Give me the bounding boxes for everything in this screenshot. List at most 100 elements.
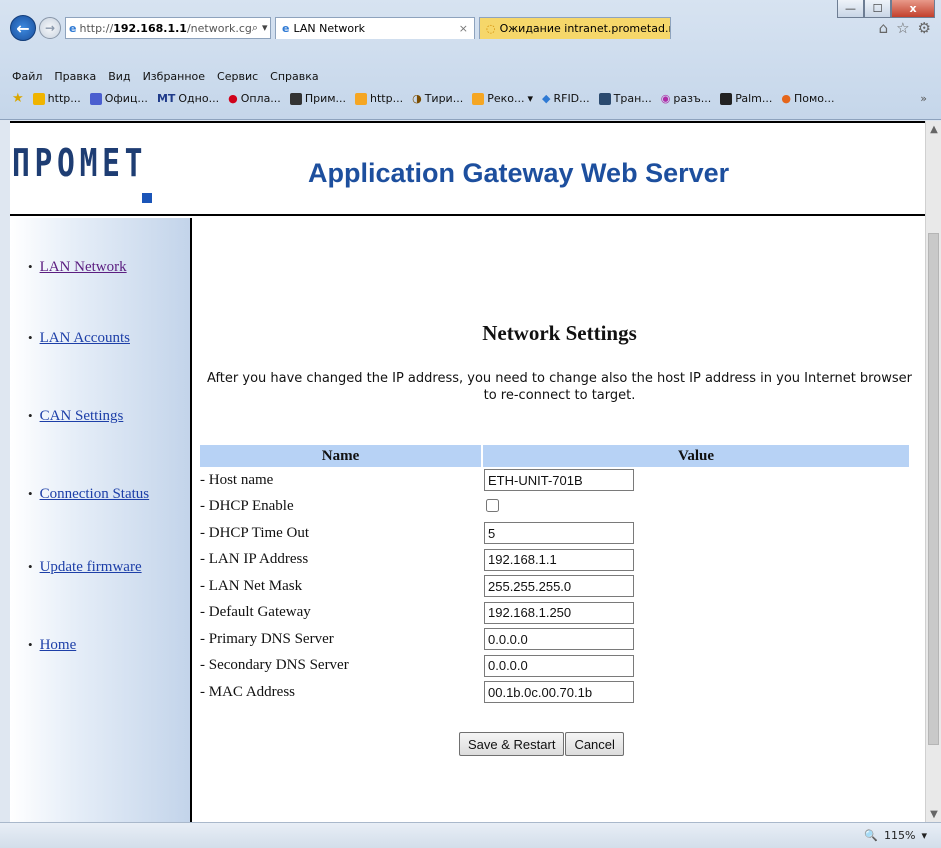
navigation-row: ← → e http://192.168.1.1/network.cg ⌕ ▾ …	[10, 14, 931, 42]
favorites-bar: ★ http... Офиц... MT Одно... ● Опла... При…	[12, 91, 927, 106]
column-header-name: Name	[200, 445, 483, 467]
favorites-star-icon[interactable]: ☆	[896, 19, 909, 37]
row-label: - LAN IP Address	[200, 551, 309, 568]
sidebar: • LAN Network • LAN Accounts • CAN Settings…	[10, 218, 192, 822]
row-label: - Host name	[200, 471, 274, 488]
site-icon	[472, 92, 485, 105]
tab-loading[interactable]: ◌ Ожидание intranet.prometad.ru	[479, 17, 671, 39]
favorite-item[interactable]: ● Опла...	[228, 92, 281, 105]
site-icon: ◑	[412, 92, 422, 105]
mac-address-input[interactable]	[484, 681, 634, 704]
app-title: Application Gateway Web Server	[308, 158, 730, 188]
table-header-row: Name Value	[200, 445, 909, 467]
back-button[interactable]: ←	[10, 15, 36, 41]
home-icon[interactable]: ⌂	[879, 19, 889, 37]
sidebar-item-connection-status[interactable]: • Connection Status	[28, 486, 149, 503]
lan-ip-address-input[interactable]	[484, 548, 634, 571]
favorite-item[interactable]: http...	[355, 92, 403, 105]
sidebar-item-lan-network[interactable]: • LAN Network	[28, 259, 127, 276]
scroll-up-icon[interactable]: ▲	[926, 121, 941, 137]
menu-tools[interactable]: Сервис	[217, 70, 258, 83]
row-label: - Secondary DNS Server	[200, 657, 349, 674]
row-label: - DHCP Time Out	[200, 524, 310, 541]
menu-edit[interactable]: Правка	[54, 70, 96, 83]
favorite-item[interactable]: Прим...	[289, 92, 346, 105]
favorite-item[interactable]: ◑ Тири...	[412, 92, 463, 105]
table-row: - LAN Net Mask	[200, 573, 909, 600]
zoom-control[interactable]: 🔍 115% ▾	[864, 829, 927, 842]
host-name-input[interactable]	[484, 469, 634, 492]
favorite-item[interactable]: Palm...	[720, 92, 772, 105]
primary-dns-input[interactable]	[484, 628, 634, 651]
more-favorites-icon[interactable]: »	[920, 92, 927, 105]
favorite-item[interactable]: Реко... ▾	[472, 92, 533, 105]
dropdown-icon[interactable]: ▾	[262, 21, 268, 35]
save-restart-button[interactable]: Save & Restart	[459, 732, 565, 756]
favorite-item[interactable]: ● Помо...	[781, 92, 834, 105]
menu-favorites[interactable]: Избранное	[143, 70, 205, 83]
menu-bar: Файл Правка Вид Избранное Сервис Справка	[12, 70, 319, 83]
vertical-scrollbar[interactable]: ▲ ▼	[925, 121, 941, 822]
menu-file[interactable]: Файл	[12, 70, 42, 83]
menu-view[interactable]: Вид	[108, 70, 130, 83]
secondary-dns-input[interactable]	[484, 654, 634, 677]
site-icon	[289, 92, 302, 105]
chevron-down-icon: ▾	[921, 829, 927, 842]
sidebar-item-lan-accounts[interactable]: • LAN Accounts	[28, 330, 130, 347]
row-label: - DHCP Enable	[200, 498, 294, 515]
mt-logo-icon: MT	[156, 92, 176, 105]
bullet-icon: •	[28, 486, 33, 501]
lan-net-mask-input[interactable]	[484, 575, 634, 598]
forward-button[interactable]: →	[39, 17, 61, 39]
cancel-button[interactable]: Cancel	[565, 732, 624, 756]
site-icon: ◉	[660, 92, 671, 105]
table-row: - LAN IP Address	[200, 547, 909, 574]
table-row: - Secondary DNS Server	[200, 653, 909, 680]
promet-logo: ПРОМЕТ	[12, 141, 148, 185]
scroll-down-icon[interactable]: ▼	[926, 806, 941, 822]
bullet-icon: •	[28, 559, 33, 574]
settings-table: Name Value - Host name - DHCP Enable - D…	[200, 445, 909, 706]
sidebar-item-update-firmware[interactable]: • Update firmware	[28, 559, 142, 576]
default-gateway-input[interactable]	[484, 601, 634, 624]
tab-lan-network[interactable]: e LAN Network ×	[275, 17, 475, 39]
logo-square-icon	[142, 193, 152, 203]
browser-chrome: — ☐ x ← → e http://192.168.1.1/network.c…	[0, 0, 941, 120]
close-tab-icon[interactable]: ×	[459, 22, 468, 35]
dhcp-timeout-input[interactable]	[484, 522, 634, 545]
favorite-item[interactable]: ◉ разъ...	[661, 92, 711, 105]
menu-help[interactable]: Справка	[270, 70, 318, 83]
main-content: Network Settings After you have changed …	[194, 218, 925, 822]
table-row: - DHCP Time Out	[200, 520, 909, 547]
favorite-item[interactable]: Офиц...	[89, 92, 148, 105]
row-label: - LAN Net Mask	[200, 577, 303, 594]
sidebar-item-can-settings[interactable]: • CAN Settings	[28, 408, 123, 425]
bullet-icon: •	[28, 408, 33, 423]
table-row: - Host name	[200, 467, 909, 494]
column-header-value: Value	[482, 445, 909, 467]
dhcp-enable-checkbox[interactable]	[486, 499, 499, 513]
favorite-item[interactable]: MT Одно...	[157, 92, 219, 105]
bullet-icon: •	[28, 259, 33, 274]
loading-spinner-icon: ◌	[486, 22, 496, 35]
sidebar-item-home[interactable]: • Home	[28, 637, 76, 654]
ie-page-icon: e	[69, 21, 77, 35]
settings-gear-icon[interactable]: ⚙	[918, 19, 931, 37]
search-icon[interactable]: ⌕	[252, 21, 258, 35]
site-icon	[89, 92, 102, 105]
address-bar[interactable]: e http://192.168.1.1/network.cg ⌕ ▾ ↻	[65, 17, 271, 39]
intro-text: After you have changed the IP address, y…	[207, 371, 912, 403]
favorite-item[interactable]: ◆ RFID...	[542, 92, 590, 105]
form-buttons: Save & Restart Cancel	[459, 732, 624, 756]
site-icon	[598, 92, 611, 105]
favorite-item[interactable]: http...	[32, 92, 81, 105]
site-icon: ●	[228, 92, 238, 105]
add-favorite-icon[interactable]: ★	[12, 91, 24, 106]
chevron-down-icon: ▾	[527, 92, 533, 105]
site-icon	[355, 92, 368, 105]
address-path: /network.cg	[186, 21, 252, 35]
site-icon: ◆	[542, 92, 551, 105]
favorite-item[interactable]: Тран...	[598, 92, 652, 105]
scroll-thumb[interactable]	[928, 233, 939, 745]
address-scheme: http://	[79, 21, 114, 35]
